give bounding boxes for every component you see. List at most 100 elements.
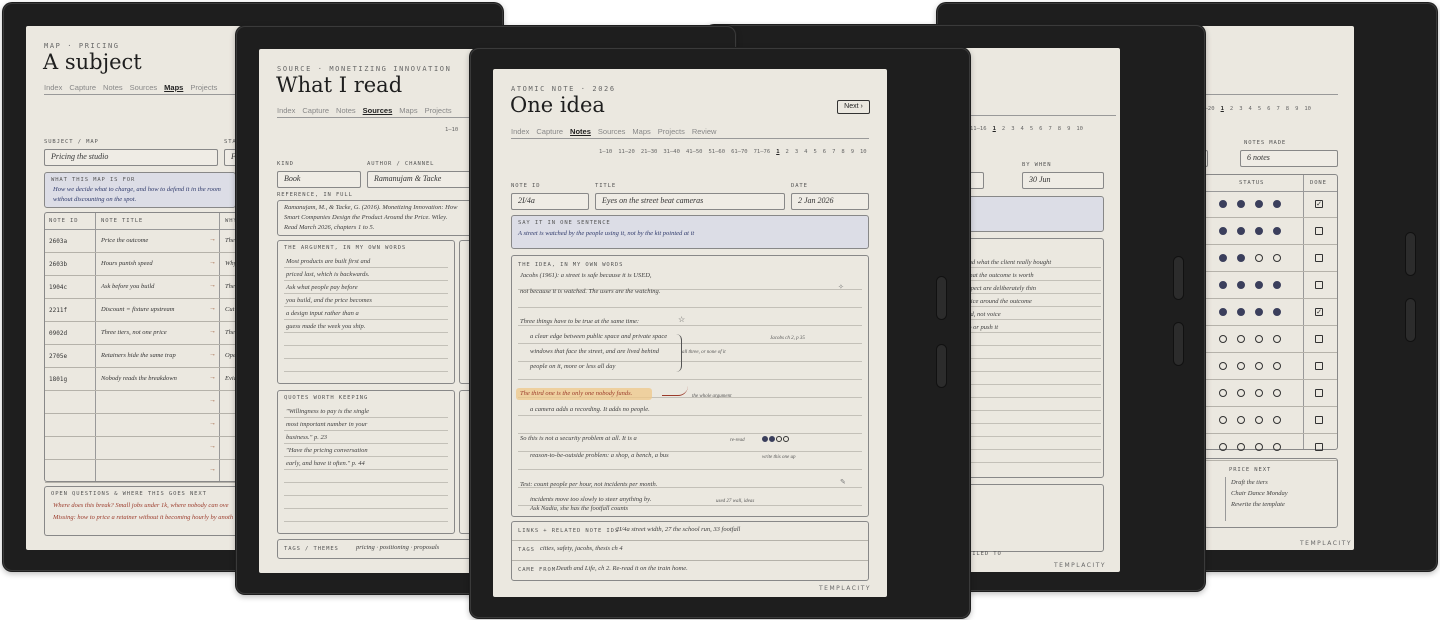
status-row[interactable] — [1205, 272, 1337, 299]
title-field[interactable]: Eyes on the street beat cameras — [595, 193, 785, 210]
tab-notes[interactable]: Notes — [336, 106, 356, 115]
next-item[interactable]: Rewrite the template — [1231, 501, 1285, 508]
pager-item[interactable]: 51–60 — [709, 149, 726, 155]
pager-item[interactable]: 3 — [795, 149, 798, 155]
tab-maps[interactable]: Maps — [632, 127, 650, 136]
arrow-icon[interactable]: → — [209, 374, 216, 381]
status-dot[interactable] — [1255, 389, 1263, 397]
status-dot[interactable] — [1219, 281, 1227, 289]
status-dot[interactable] — [1237, 254, 1245, 262]
status-dot[interactable] — [1237, 200, 1245, 208]
arrow-icon[interactable]: → — [209, 397, 216, 404]
tab-index[interactable]: Index — [277, 106, 295, 115]
pager-item[interactable]: 4 — [804, 149, 807, 155]
page-turn-button-up[interactable] — [936, 276, 947, 320]
note-id-field[interactable]: 2I/4a — [511, 193, 589, 210]
pager-item[interactable]: 1 — [993, 126, 996, 132]
status-dot[interactable] — [1255, 227, 1263, 235]
status-dot[interactable] — [1273, 335, 1281, 343]
arrow-icon[interactable]: → — [209, 328, 216, 335]
pager-item[interactable]: 10 — [860, 149, 867, 155]
pager-item[interactable]: 6 — [823, 149, 826, 155]
tab-capture[interactable]: Capture — [302, 106, 329, 115]
one-sentence-value[interactable]: A street is watched by the people using … — [518, 230, 694, 237]
status-dot[interactable] — [1255, 335, 1263, 343]
pager-item[interactable]: 2 — [786, 149, 789, 155]
status-row[interactable] — [1205, 434, 1337, 461]
tab-projects[interactable]: Projects — [190, 83, 217, 92]
pager-item[interactable]: 3 — [1239, 106, 1242, 112]
status-row[interactable] — [1205, 245, 1337, 272]
done-checkbox[interactable] — [1315, 254, 1323, 262]
status-dot[interactable] — [1273, 362, 1281, 370]
status-dot[interactable] — [1273, 443, 1281, 451]
status-dot[interactable] — [1237, 227, 1245, 235]
status-dot[interactable] — [1273, 416, 1281, 424]
status-dot[interactable] — [1255, 308, 1263, 316]
arrow-icon[interactable]: → — [209, 259, 216, 266]
pager-item[interactable]: 8 — [841, 149, 844, 155]
arrow-icon[interactable]: → — [209, 466, 216, 473]
pager-item[interactable]: 7 — [832, 149, 835, 155]
pager-item[interactable]: 1 — [1221, 106, 1224, 112]
pager-item[interactable]: 21–30 — [641, 149, 658, 155]
done-checkbox[interactable] — [1315, 335, 1323, 343]
done-checkbox[interactable] — [1315, 443, 1323, 451]
date-field[interactable]: 2 Jan 2026 — [791, 193, 869, 210]
done-checkbox[interactable] — [1315, 362, 1323, 370]
arrow-icon[interactable]: → — [209, 236, 216, 243]
tab-sources[interactable]: Sources — [598, 127, 626, 136]
pager-item[interactable]: 2 — [1230, 106, 1233, 112]
pager-item[interactable]: 4 — [1249, 106, 1252, 112]
pager-item[interactable]: 6 — [1039, 126, 1042, 132]
author-field[interactable]: Ramanujam & Tacke — [367, 171, 477, 188]
pager-item[interactable]: 2 — [1002, 126, 1005, 132]
tab-notes[interactable]: Notes — [570, 127, 591, 136]
status-dot[interactable] — [1219, 443, 1227, 451]
subject-field[interactable]: Pricing the studio — [44, 149, 218, 166]
status-dot[interactable] — [1255, 200, 1263, 208]
done-checkbox[interactable]: ✓ — [1315, 308, 1323, 316]
tab-capture[interactable]: Capture — [69, 83, 96, 92]
status-dot[interactable] — [1219, 308, 1227, 316]
pager-item[interactable]: 10 — [1076, 126, 1083, 132]
pager-item[interactable]: 9 — [1067, 126, 1070, 132]
page-turn-button-up[interactable] — [1405, 232, 1416, 276]
tab-projects[interactable]: Projects — [658, 127, 685, 136]
status-row[interactable] — [1205, 218, 1337, 245]
status-dot[interactable] — [1255, 362, 1263, 370]
notes-made-field[interactable]: 6 notes — [1240, 150, 1338, 167]
done-checkbox[interactable] — [1315, 227, 1323, 235]
pager-item[interactable]: 1 — [776, 149, 779, 155]
pager-item[interactable]: 7 — [1048, 126, 1051, 132]
status-dot[interactable] — [1237, 416, 1245, 424]
status-row[interactable] — [1205, 353, 1337, 380]
pager-item[interactable]: 5 — [1030, 126, 1033, 132]
status-dot[interactable] — [1237, 308, 1245, 316]
next-item[interactable]: Draft the tiers — [1231, 479, 1268, 486]
status-dot[interactable] — [1237, 335, 1245, 343]
page-pager[interactable]: 1–10 11–20 21–30 31–40 41–50 51–60 61–70 71–76 1… — [599, 149, 867, 155]
status-dot[interactable] — [1219, 389, 1227, 397]
status-dot[interactable] — [1273, 389, 1281, 397]
status-dot[interactable] — [1255, 443, 1263, 451]
tab-index[interactable]: Index — [44, 83, 62, 92]
pager-item[interactable]: 5 — [1258, 106, 1261, 112]
status-dot[interactable] — [1219, 254, 1227, 262]
pager-item[interactable]: 5 — [813, 149, 816, 155]
done-checkbox[interactable] — [1315, 389, 1323, 397]
page-pager[interactable]: 11–20 1 2 3 4 5 6 7 8 9 10 — [1198, 106, 1311, 112]
status-dot[interactable] — [1219, 362, 1227, 370]
kind-field[interactable]: Book — [277, 171, 361, 188]
status-dot[interactable] — [1255, 254, 1263, 262]
status-row[interactable]: ✓ — [1205, 191, 1337, 218]
status-dot[interactable] — [1237, 389, 1245, 397]
tab-index[interactable]: Index — [511, 127, 529, 136]
status-dot[interactable] — [1237, 281, 1245, 289]
pager-item[interactable]: 8 — [1058, 126, 1061, 132]
came-from-value[interactable]: Death and Life, ch 2. Re-read it on the … — [556, 565, 688, 572]
arrow-icon[interactable]: → — [209, 305, 216, 312]
page-pager[interactable]: 11–16 1 2 3 4 5 6 7 8 9 10 — [970, 126, 1083, 132]
arrow-icon[interactable]: → — [209, 282, 216, 289]
arrow-icon[interactable]: → — [209, 443, 216, 450]
